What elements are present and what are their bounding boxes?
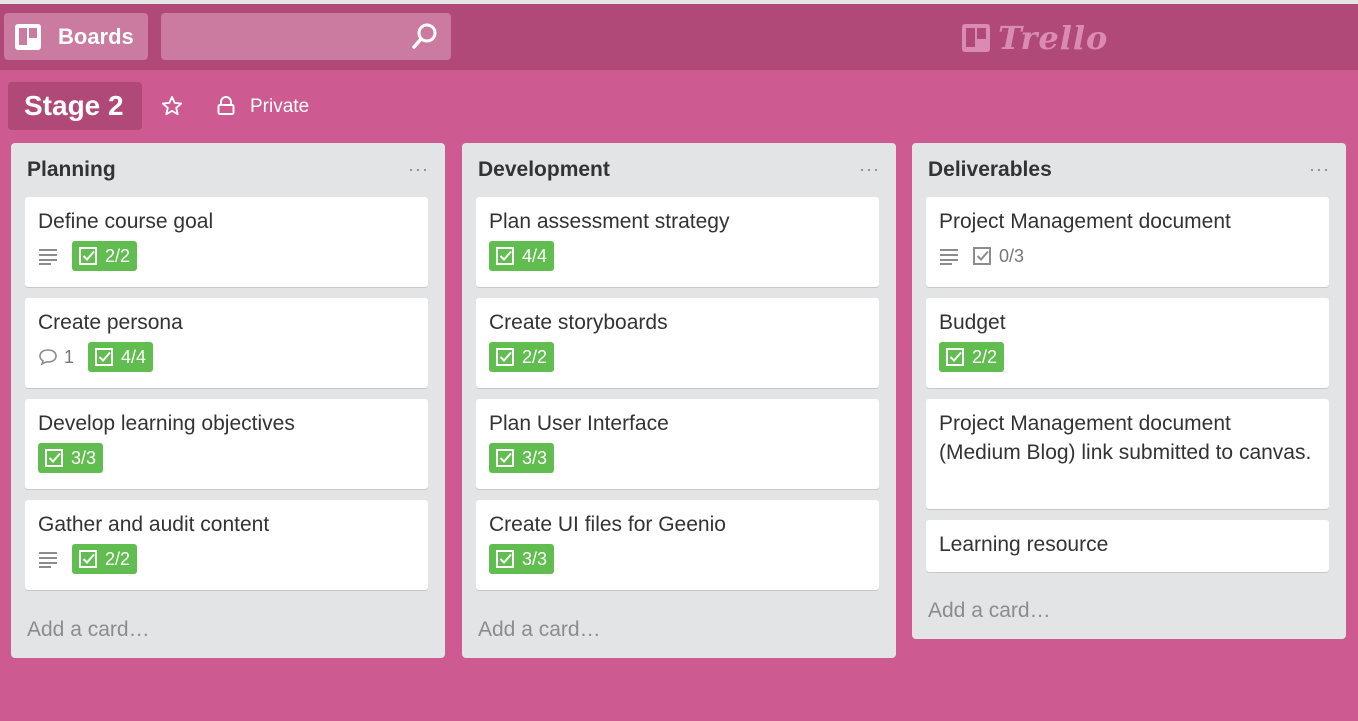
checklist-badge: 2/2 bbox=[939, 342, 1005, 372]
checklist-count: 2/2 bbox=[522, 346, 548, 367]
checkbox-icon bbox=[496, 247, 514, 265]
search-icon[interactable] bbox=[412, 23, 438, 49]
top-header: Boards Trello bbox=[0, 4, 1358, 70]
checklist-count: 4/4 bbox=[121, 346, 147, 367]
card-badges: 3/3 bbox=[489, 541, 866, 577]
board-title[interactable]: Stage 2 bbox=[8, 82, 142, 130]
checklist-count: 3/3 bbox=[71, 447, 97, 468]
checklist-badge: 3/3 bbox=[489, 544, 555, 574]
card-badges: 2/2 bbox=[38, 541, 415, 577]
checkbox-icon bbox=[45, 449, 63, 467]
checklist-badge: 3/3 bbox=[38, 443, 104, 473]
checkbox-icon bbox=[496, 550, 514, 568]
card[interactable]: Project Management document 0/3 bbox=[926, 197, 1329, 287]
list-development: Development ··· Plan assessment strategy… bbox=[462, 143, 896, 658]
card[interactable]: Learning resource bbox=[926, 520, 1329, 572]
card-title: Plan User Interface bbox=[489, 412, 669, 435]
checkbox-icon bbox=[973, 247, 991, 265]
card[interactable]: Gather and audit content 2/2 bbox=[25, 500, 428, 590]
description-icon bbox=[939, 247, 959, 265]
checkbox-icon bbox=[79, 550, 97, 568]
checkbox-icon bbox=[95, 348, 114, 366]
card-title: Create UI files for Geenio bbox=[489, 513, 726, 536]
visibility-label[interactable]: Private bbox=[250, 96, 309, 118]
checklist-count: 2/2 bbox=[105, 245, 131, 266]
board-header: Stage 2 Private bbox=[0, 70, 1358, 140]
star-icon[interactable] bbox=[161, 95, 183, 117]
card-badges: 3/3 bbox=[38, 440, 415, 476]
description-icon bbox=[38, 247, 58, 265]
checkbox-icon bbox=[946, 348, 964, 366]
card[interactable]: Plan assessment strategy 4/4 bbox=[476, 197, 879, 287]
add-card-button[interactable]: Add a card… bbox=[928, 599, 1051, 623]
card-badges: 4/4 bbox=[489, 238, 866, 274]
card-title: Create persona bbox=[38, 311, 183, 334]
checkbox-icon bbox=[496, 449, 514, 467]
checklist-badge: 4/4 bbox=[489, 241, 555, 271]
checklist-count: 3/3 bbox=[522, 548, 548, 569]
card[interactable]: Project Management document (Medium Blog… bbox=[926, 399, 1329, 509]
list-menu-icon[interactable]: ··· bbox=[408, 159, 429, 180]
list-title[interactable]: Deliverables bbox=[928, 158, 1052, 182]
trello-logo[interactable]: Trello bbox=[962, 19, 1108, 57]
list-deliverables: Deliverables ··· Project Management docu… bbox=[912, 143, 1346, 639]
card-list: Plan assessment strategy 4/4 Create stor… bbox=[476, 197, 879, 601]
checklist-badge: 4/4 bbox=[88, 342, 154, 372]
card-title: Create storyboards bbox=[489, 311, 668, 334]
comment-icon bbox=[39, 349, 57, 366]
card-title: Define course goal bbox=[38, 210, 214, 233]
trello-logo-icon bbox=[962, 24, 990, 52]
checklist-count: 0/3 bbox=[999, 245, 1025, 266]
checklist-badge: 2/2 bbox=[72, 544, 138, 574]
checkbox-icon bbox=[79, 247, 97, 265]
card-title: Project Management document (Medium Blog… bbox=[939, 412, 1312, 464]
search-input[interactable] bbox=[161, 13, 451, 60]
card[interactable]: Create persona 1 4/4 bbox=[25, 298, 428, 388]
checklist-badge: 3/3 bbox=[489, 443, 555, 473]
boards-icon bbox=[15, 24, 41, 50]
card-title: Plan assessment strategy bbox=[489, 210, 730, 233]
card-title: Budget bbox=[939, 311, 1006, 334]
checkbox-icon bbox=[496, 348, 514, 366]
boards-label: Boards bbox=[58, 24, 134, 49]
checklist-count: 2/2 bbox=[972, 346, 998, 367]
trello-logo-text: Trello bbox=[998, 19, 1109, 57]
add-card-button[interactable]: Add a card… bbox=[27, 618, 150, 642]
checklist-count: 3/3 bbox=[522, 447, 548, 468]
card-list: Define course goal 2/2 Create persona 1 … bbox=[25, 197, 428, 601]
card-badges: 2/2 bbox=[489, 339, 866, 375]
card[interactable]: Define course goal 2/2 bbox=[25, 197, 428, 287]
checklist-count: 4/4 bbox=[522, 245, 548, 266]
list-title[interactable]: Development bbox=[478, 158, 610, 182]
checklist-badge: 2/2 bbox=[72, 241, 138, 271]
card-title: Develop learning objectives bbox=[38, 412, 295, 435]
card[interactable]: Develop learning objectives 3/3 bbox=[25, 399, 428, 489]
list-menu-icon[interactable]: ··· bbox=[859, 159, 880, 180]
card-badges: 0/3 bbox=[939, 238, 1316, 274]
card-title: Project Management document bbox=[939, 210, 1231, 233]
card-title: Learning resource bbox=[939, 533, 1109, 556]
description-icon bbox=[38, 550, 58, 568]
checklist-badge: 0/3 bbox=[973, 241, 1031, 271]
card[interactable]: Create UI files for Geenio 3/3 bbox=[476, 500, 879, 590]
card[interactable]: Plan User Interface 3/3 bbox=[476, 399, 879, 489]
comment-count: 1 bbox=[64, 346, 75, 367]
list-menu-icon[interactable]: ··· bbox=[1309, 159, 1330, 180]
boards-button[interactable]: Boards bbox=[4, 13, 148, 60]
card-badges: 2/2 bbox=[939, 339, 1316, 375]
list-planning: Planning ··· Define course goal 2/2 Crea… bbox=[11, 143, 445, 658]
checklist-count: 2/2 bbox=[105, 548, 131, 569]
list-title[interactable]: Planning bbox=[27, 158, 116, 182]
card-badges: 1 4/4 bbox=[38, 339, 415, 375]
card[interactable]: Create storyboards 2/2 bbox=[476, 298, 879, 388]
lock-icon bbox=[217, 96, 235, 115]
card-badges: 2/2 bbox=[38, 238, 415, 274]
checklist-badge: 2/2 bbox=[489, 342, 555, 372]
add-card-button[interactable]: Add a card… bbox=[478, 618, 601, 642]
card[interactable]: Budget 2/2 bbox=[926, 298, 1329, 388]
card-list: Project Management document 0/3 Budget 2… bbox=[926, 197, 1329, 583]
card-title: Gather and audit content bbox=[38, 513, 270, 536]
card-badges: 3/3 bbox=[489, 440, 866, 476]
